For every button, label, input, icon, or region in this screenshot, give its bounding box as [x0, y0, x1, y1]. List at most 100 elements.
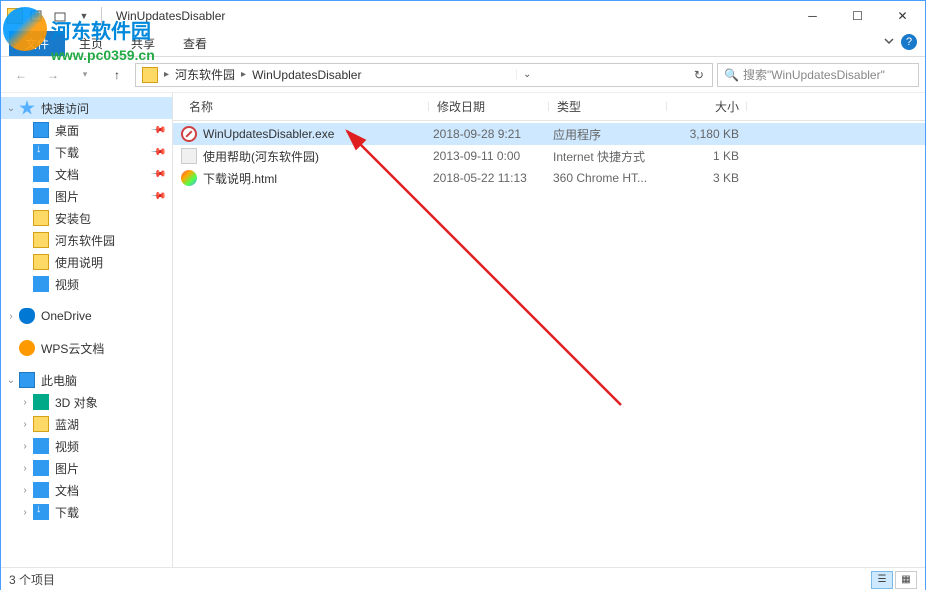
item-icon [33, 438, 49, 454]
sidebar-quickaccess[interactable]: ⌄ 快速访问 [1, 97, 172, 119]
search-icon: 🔍 [724, 68, 739, 82]
file-name: 下载说明.html [203, 170, 277, 187]
chevron-right-icon[interactable]: › [19, 441, 31, 452]
chevron-right-icon[interactable]: › [19, 485, 31, 496]
file-row[interactable]: 使用帮助(河东软件园)2013-09-11 0:00Internet 快捷方式1… [173, 145, 925, 167]
ribbon-tab-share[interactable]: 共享 [117, 31, 169, 56]
breadcrumb-seg-1[interactable]: WinUpdatesDisabler [248, 68, 365, 82]
file-icon [181, 170, 197, 186]
file-list[interactable]: WinUpdatesDisabler.exe2018-09-28 9:21应用程… [173, 121, 925, 567]
sidebar-wps[interactable]: WPS云文档 [1, 337, 172, 359]
sidebar-item-label: 3D 对象 [55, 394, 98, 411]
sidebar-item[interactable]: 文档📌 [1, 163, 172, 185]
ribbon-tabs: 文件 主页 共享 查看 ? [1, 31, 925, 57]
chevron-right-icon[interactable]: › [19, 419, 31, 430]
content-area: 名称 修改日期 类型 大小 WinUpdatesDisabler.exe2018… [173, 93, 925, 567]
item-icon [33, 394, 49, 410]
statusbar: 3 个项目 ☰ ▦ [1, 567, 925, 591]
sidebar-item-label: 视频 [55, 438, 79, 455]
sidebar-item[interactable]: ›文档 [1, 479, 172, 501]
breadcrumb[interactable]: ▸ 河东软件园 ▸ WinUpdatesDisabler ⌄ ↻ [135, 63, 713, 87]
sidebar-item[interactable]: ›蓝湖 [1, 413, 172, 435]
chevron-right-icon[interactable]: › [19, 463, 31, 474]
sidebar-onedrive[interactable]: › OneDrive [1, 305, 172, 327]
help-icon[interactable]: ? [901, 34, 917, 50]
file-row[interactable]: WinUpdatesDisabler.exe2018-09-28 9:21应用程… [173, 123, 925, 145]
item-icon [33, 460, 49, 476]
sidebar-item-label: 河东软件园 [55, 232, 115, 249]
sidebar-item[interactable]: 下载📌 [1, 141, 172, 163]
nav-forward-button: → [39, 61, 67, 89]
ribbon-file-tab[interactable]: 文件 [9, 31, 65, 56]
file-date: 2018-05-22 11:13 [425, 171, 545, 185]
pin-icon: 📌 [149, 188, 166, 205]
file-size: 1 KB [663, 149, 739, 163]
nav-up-button[interactable]: ↑ [103, 61, 131, 89]
onedrive-icon [19, 308, 35, 324]
minimize-button[interactable]: ─ [790, 1, 835, 31]
sidebar-item[interactable]: ›下载 [1, 501, 172, 523]
nav-recent-dropdown[interactable]: ▾ [71, 61, 99, 89]
chevron-right-icon[interactable]: › [5, 311, 17, 322]
titlebar: ▼ WinUpdatesDisabler ─ ☐ ✕ [1, 1, 925, 31]
sidebar-thispc[interactable]: ⌄ 此电脑 [1, 369, 172, 391]
status-count: 3 个项目 [9, 571, 55, 588]
pin-icon: 📌 [149, 144, 166, 161]
column-name[interactable]: 名称 [181, 98, 429, 115]
item-icon [33, 210, 49, 226]
item-icon [33, 254, 49, 270]
sidebar: ⌄ 快速访问 桌面📌下载📌文档📌 图片 📌 安装包河东软件园使用说明视频 › OneD… [1, 93, 173, 567]
breadcrumb-history-dropdown[interactable]: ⌄ [516, 69, 537, 80]
sidebar-item[interactable]: ›图片 [1, 457, 172, 479]
window-title: WinUpdatesDisabler [116, 9, 225, 23]
chevron-right-icon[interactable]: › [19, 507, 31, 518]
nav-back-button[interactable]: ← [7, 61, 35, 89]
file-size: 3,180 KB [663, 127, 739, 141]
column-size[interactable]: 大小 [667, 98, 747, 115]
wps-icon [19, 340, 35, 356]
column-date[interactable]: 修改日期 [429, 98, 549, 115]
qat-dropdown[interactable]: ▼ [73, 5, 95, 27]
chevron-down-icon[interactable]: ⌄ [5, 103, 17, 114]
chevron-down-icon[interactable]: ⌄ [5, 375, 17, 386]
sidebar-item-label: 图片 [55, 188, 79, 205]
qat-properties[interactable] [25, 5, 47, 27]
file-date: 2013-09-11 0:00 [425, 149, 545, 163]
sidebar-item[interactable]: 安装包 [1, 207, 172, 229]
ribbon-tab-home[interactable]: 主页 [65, 31, 117, 56]
sidebar-item[interactable]: 使用说明 [1, 251, 172, 273]
refresh-icon[interactable]: ↻ [688, 68, 710, 82]
close-button[interactable]: ✕ [880, 1, 925, 31]
window-controls: ─ ☐ ✕ [790, 1, 925, 31]
sidebar-item[interactable]: › 视频 [1, 435, 172, 457]
item-icon [33, 122, 49, 138]
sidebar-item[interactable]: › 3D 对象 [1, 391, 172, 413]
search-input[interactable]: 🔍 搜索"WinUpdatesDisabler" [717, 63, 919, 87]
file-row[interactable]: 下载说明.html2018-05-22 11:13360 Chrome HT..… [173, 167, 925, 189]
chevron-right-icon[interactable]: › [19, 397, 31, 408]
sidebar-label: WPS云文档 [41, 340, 104, 357]
addressbar: ← → ▾ ↑ ▸ 河东软件园 ▸ WinUpdatesDisabler ⌄ ↻… [1, 57, 925, 93]
qat-newfolder[interactable] [49, 5, 71, 27]
column-type[interactable]: 类型 [549, 98, 667, 115]
file-date: 2018-09-28 9:21 [425, 127, 545, 141]
sidebar-item[interactable]: 图片 📌 [1, 185, 172, 207]
main-area: ⌄ 快速访问 桌面📌下载📌文档📌 图片 📌 安装包河东软件园使用说明视频 › OneD… [1, 93, 925, 567]
chevron-right-icon[interactable]: ▸ [239, 69, 248, 80]
ribbon-expand-icon[interactable] [883, 35, 895, 50]
sidebar-item[interactable]: 河东软件园 [1, 229, 172, 251]
sidebar-item[interactable]: 桌面📌 [1, 119, 172, 141]
chevron-right-icon[interactable]: ▸ [162, 69, 171, 80]
item-icon [33, 144, 49, 160]
file-size: 3 KB [663, 171, 739, 185]
view-details-button[interactable]: ☰ [871, 571, 893, 589]
titlebar-left: ▼ WinUpdatesDisabler [1, 5, 225, 27]
breadcrumb-seg-0[interactable]: 河东软件园 [171, 66, 239, 83]
sidebar-label: 此电脑 [41, 372, 77, 389]
sidebar-item[interactable]: 视频 [1, 273, 172, 295]
sidebar-item-label: 使用说明 [55, 254, 103, 271]
ribbon-tab-view[interactable]: 查看 [169, 31, 221, 56]
folder-icon [7, 8, 23, 24]
view-icons-button[interactable]: ▦ [895, 571, 917, 589]
maximize-button[interactable]: ☐ [835, 1, 880, 31]
